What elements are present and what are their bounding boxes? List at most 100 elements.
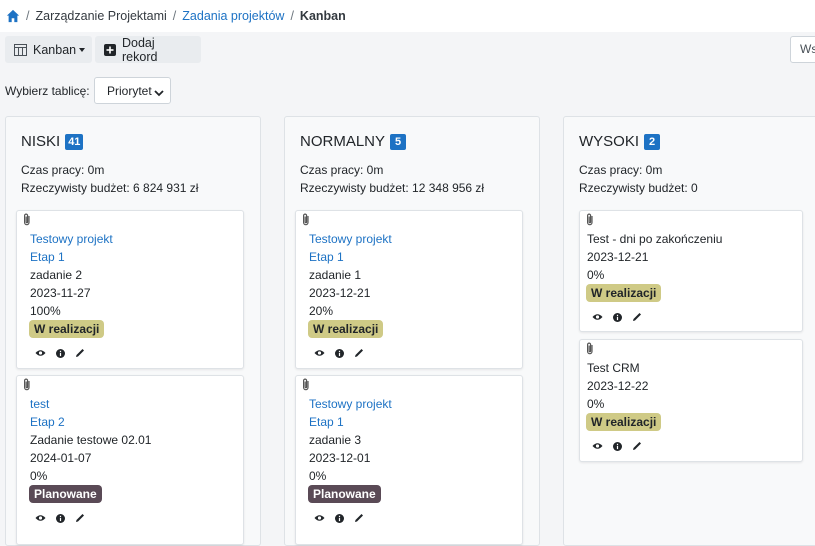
column-budget: Rzeczywisty budżet: 0 (579, 181, 698, 195)
board-select-label: Wybierz tablicę: (5, 84, 90, 98)
plus-square-icon (104, 43, 116, 56)
breadcrumb-separator: / (26, 9, 30, 23)
kanban-card[interactable]: Testowy projekt Etap 1 zadanie 2 2023-11… (16, 210, 244, 369)
pencil-icon[interactable] (75, 513, 85, 523)
card-date: 2023-12-21 (309, 286, 371, 300)
info-circle-icon[interactable] (335, 348, 344, 358)
paperclip-icon[interactable] (301, 213, 311, 229)
card-progress: 0% (30, 469, 48, 483)
info-circle-icon[interactable] (56, 513, 65, 523)
card-project-link[interactable]: Testowy projekt (30, 232, 113, 246)
breadcrumb-project-tasks-link[interactable]: Zadania projektów (182, 9, 284, 23)
card-task-name: Zadanie testowe 02.01 (30, 433, 152, 447)
pencil-icon[interactable] (632, 312, 642, 322)
search-input[interactable]: Ws (790, 36, 815, 63)
chevron-down-icon (154, 86, 164, 100)
card-stage-link[interactable]: Etap 1 (30, 250, 65, 264)
column-title: WYSOKI (579, 133, 640, 150)
columns-icon (14, 43, 27, 56)
column-header: NORMALNY 5 (300, 133, 407, 150)
pencil-icon[interactable] (632, 441, 642, 451)
pencil-icon[interactable] (354, 348, 364, 358)
status-badge: W realizacji (29, 320, 105, 338)
info-circle-icon[interactable] (335, 513, 344, 523)
card-stage-link[interactable]: Etap 1 (309, 415, 344, 429)
pencil-icon[interactable] (354, 513, 364, 523)
pencil-icon[interactable] (75, 348, 85, 358)
status-badge: W realizacji (586, 413, 662, 431)
eye-icon[interactable] (35, 514, 46, 522)
card-task-name: zadanie 2 (30, 268, 83, 282)
kanban-column-niski: NISKI 41 Czas pracy: 0m Rzeczywisty budż… (5, 116, 261, 546)
card-project-link[interactable]: Testowy projekt (309, 232, 392, 246)
kanban-card[interactable]: Testowy projekt Etap 1 zadanie 3 2023-12… (295, 375, 523, 545)
board-select[interactable]: Priorytet (94, 77, 171, 104)
eye-icon[interactable] (592, 442, 603, 450)
card-date: 2023-12-01 (309, 451, 371, 465)
card-date: 2024-01-07 (30, 451, 92, 465)
card-actions (314, 513, 374, 523)
kanban-column-wysoki: WYSOKI 2 Czas pracy: 0m Rzeczywisty budż… (563, 116, 815, 546)
kanban-column-normalny: NORMALNY 5 Czas pracy: 0m Rzeczywisty bu… (284, 116, 540, 546)
column-budget: Rzeczywisty budżet: 12 348 956 zł (300, 181, 485, 195)
kanban-card[interactable]: Testowy projekt Etap 1 zadanie 1 2023-12… (295, 210, 523, 369)
eye-icon[interactable] (314, 514, 325, 522)
card-progress: 0% (587, 397, 605, 411)
home-icon[interactable] (6, 9, 20, 23)
eye-icon[interactable] (314, 349, 325, 357)
card-task-name: zadanie 3 (309, 433, 362, 447)
card-actions (592, 441, 652, 451)
column-header: NISKI 41 (21, 133, 84, 150)
paperclip-icon[interactable] (301, 378, 311, 394)
card-actions (592, 312, 652, 322)
add-record-button[interactable]: Dodaj rekord (95, 35, 201, 64)
card-progress: 0% (309, 469, 327, 483)
card-task-name: Test - dni po zakończeniu (587, 232, 723, 246)
card-stage-link[interactable]: Etap 2 (30, 415, 65, 429)
card-progress: 0% (587, 268, 605, 282)
breadcrumb-separator: / (290, 9, 294, 23)
card-project-link[interactable]: Testowy projekt (309, 397, 392, 411)
caret-down-icon (79, 47, 86, 52)
column-count-badge: 41 (65, 133, 84, 150)
card-stage-link[interactable]: Etap 1 (309, 250, 344, 264)
info-circle-icon[interactable] (613, 312, 622, 322)
paperclip-icon[interactable] (585, 213, 595, 229)
info-circle-icon[interactable] (56, 348, 65, 358)
card-task-name: Test CRM (587, 361, 640, 375)
breadcrumb-project-management: Zarządzanie Projektami (35, 9, 167, 23)
column-title: NORMALNY (300, 133, 386, 150)
column-title: NISKI (21, 133, 61, 150)
eye-icon[interactable] (35, 349, 46, 357)
card-progress: 20% (309, 304, 334, 318)
kanban-card[interactable]: Test - dni po zakończeniu 2023-12-21 0% … (579, 210, 803, 332)
breadcrumb-current: Kanban (299, 9, 346, 23)
paperclip-icon[interactable] (22, 378, 32, 394)
card-task-name: zadanie 1 (309, 268, 362, 282)
breadcrumb: / Zarządzanie Projektami / Zadania proje… (0, 0, 815, 32)
kanban-card[interactable]: Test CRM 2023-12-22 0% W realizacji (579, 339, 803, 462)
column-work-time: Czas pracy: 0m (579, 163, 663, 177)
card-actions (35, 513, 95, 523)
card-project-link[interactable]: test (30, 397, 49, 411)
status-badge: Planowane (308, 485, 381, 503)
status-badge: Planowane (29, 485, 102, 503)
kanban-card[interactable]: test Etap 2 Zadanie testowe 02.01 2024-0… (16, 375, 244, 545)
view-dropdown-label: Kanban (33, 42, 77, 57)
add-record-label: Dodaj rekord (122, 35, 158, 64)
status-badge: W realizacji (308, 320, 384, 338)
breadcrumb-separator: / (172, 9, 177, 23)
view-dropdown-button[interactable]: Kanban (5, 36, 92, 63)
toolbar: Kanban Dodaj rekord (0, 32, 815, 70)
status-badge: W realizacji (586, 284, 662, 302)
card-date: 2023-12-22 (587, 379, 649, 393)
paperclip-icon[interactable] (585, 342, 595, 358)
eye-icon[interactable] (592, 313, 603, 321)
card-progress: 100% (30, 304, 61, 318)
column-work-time: Czas pracy: 0m (21, 163, 105, 177)
card-actions (314, 348, 374, 358)
info-circle-icon[interactable] (613, 441, 622, 451)
column-count-badge: 2 (644, 133, 661, 150)
card-date: 2023-11-27 (30, 286, 91, 300)
paperclip-icon[interactable] (22, 213, 32, 229)
